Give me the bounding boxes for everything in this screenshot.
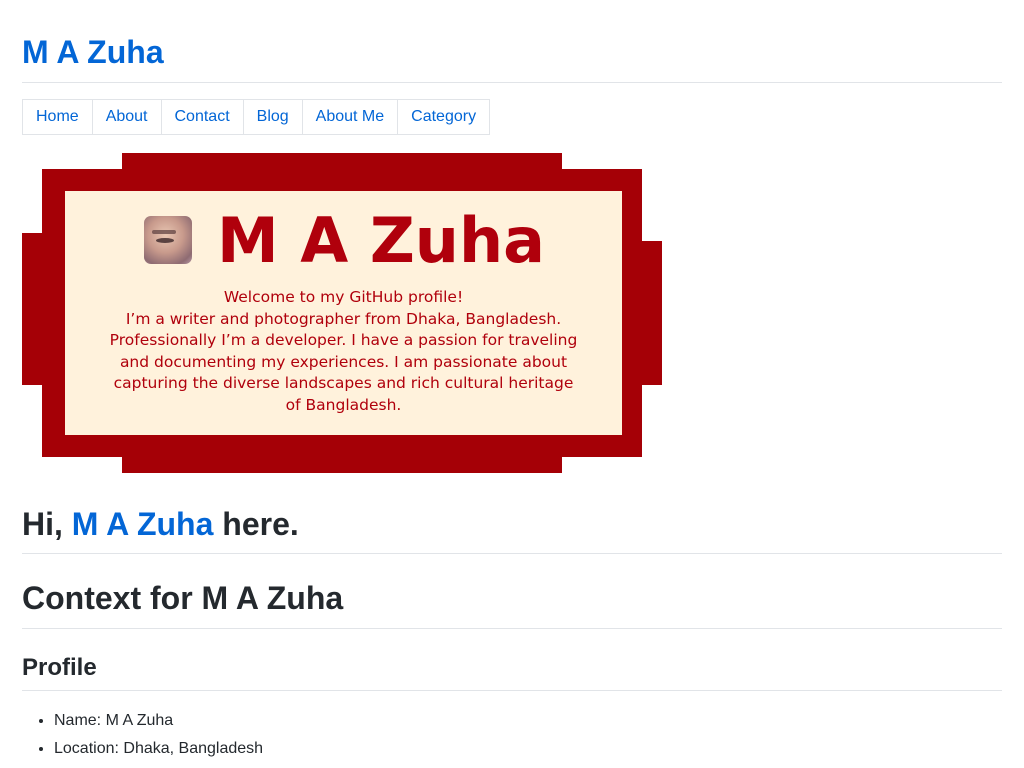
banner-name: M A Zuha xyxy=(217,204,545,277)
intro-name-link[interactable]: M A Zuha xyxy=(72,506,214,542)
profile-banner: M A Zuha Welcome to my GitHub profile! I… xyxy=(22,153,662,473)
profile-divider xyxy=(22,690,1002,691)
nav-contact[interactable]: Contact xyxy=(162,100,244,134)
banner-welcome-text: Welcome to my GitHub profile! I’m a writ… xyxy=(65,287,622,416)
nav-about[interactable]: About xyxy=(93,100,162,134)
intro-divider xyxy=(22,553,1002,554)
profile-heading: Profile xyxy=(22,654,97,681)
main-nav: Home About Contact Blog About Me Categor… xyxy=(22,99,491,135)
banner-line: and documenting my experiences. I am pas… xyxy=(119,352,568,371)
profile-list: Name: M A Zuha Location: Dhaka, Banglade… xyxy=(22,707,263,763)
intro-prefix: Hi, xyxy=(22,506,72,542)
banner-line: Professionally I’m a developer. I have a… xyxy=(109,331,578,349)
page: M A Zuha Home About Contact Blog About M… xyxy=(0,0,1024,768)
intro-heading: Hi, M A Zuha here. xyxy=(22,504,299,544)
header-divider xyxy=(22,82,1002,83)
context-heading: Context for M A Zuha xyxy=(22,580,344,616)
list-item: Location: Dhaka, Bangladesh xyxy=(54,735,263,763)
banner-frame xyxy=(22,233,42,241)
banner-line: of Bangladesh. xyxy=(285,395,402,414)
banner-line: capturing the diverse landscapes and ric… xyxy=(113,374,574,392)
banner-panel: M A Zuha Welcome to my GitHub profile! I… xyxy=(65,191,622,435)
list-item: Name: M A Zuha xyxy=(54,707,263,735)
nav-category[interactable]: Category xyxy=(398,100,489,134)
nav-about-me[interactable]: About Me xyxy=(303,100,399,134)
context-divider xyxy=(22,628,1002,629)
avatar xyxy=(144,216,192,264)
site-title-link[interactable]: M A Zuha xyxy=(22,32,164,72)
nav-home[interactable]: Home xyxy=(23,100,93,134)
nav-blog[interactable]: Blog xyxy=(244,100,303,134)
intro-suffix: here. xyxy=(213,506,299,542)
banner-line: Welcome to my GitHub profile! xyxy=(223,288,464,306)
banner-line: I’m a writer and photographer from Dhaka… xyxy=(125,309,562,328)
